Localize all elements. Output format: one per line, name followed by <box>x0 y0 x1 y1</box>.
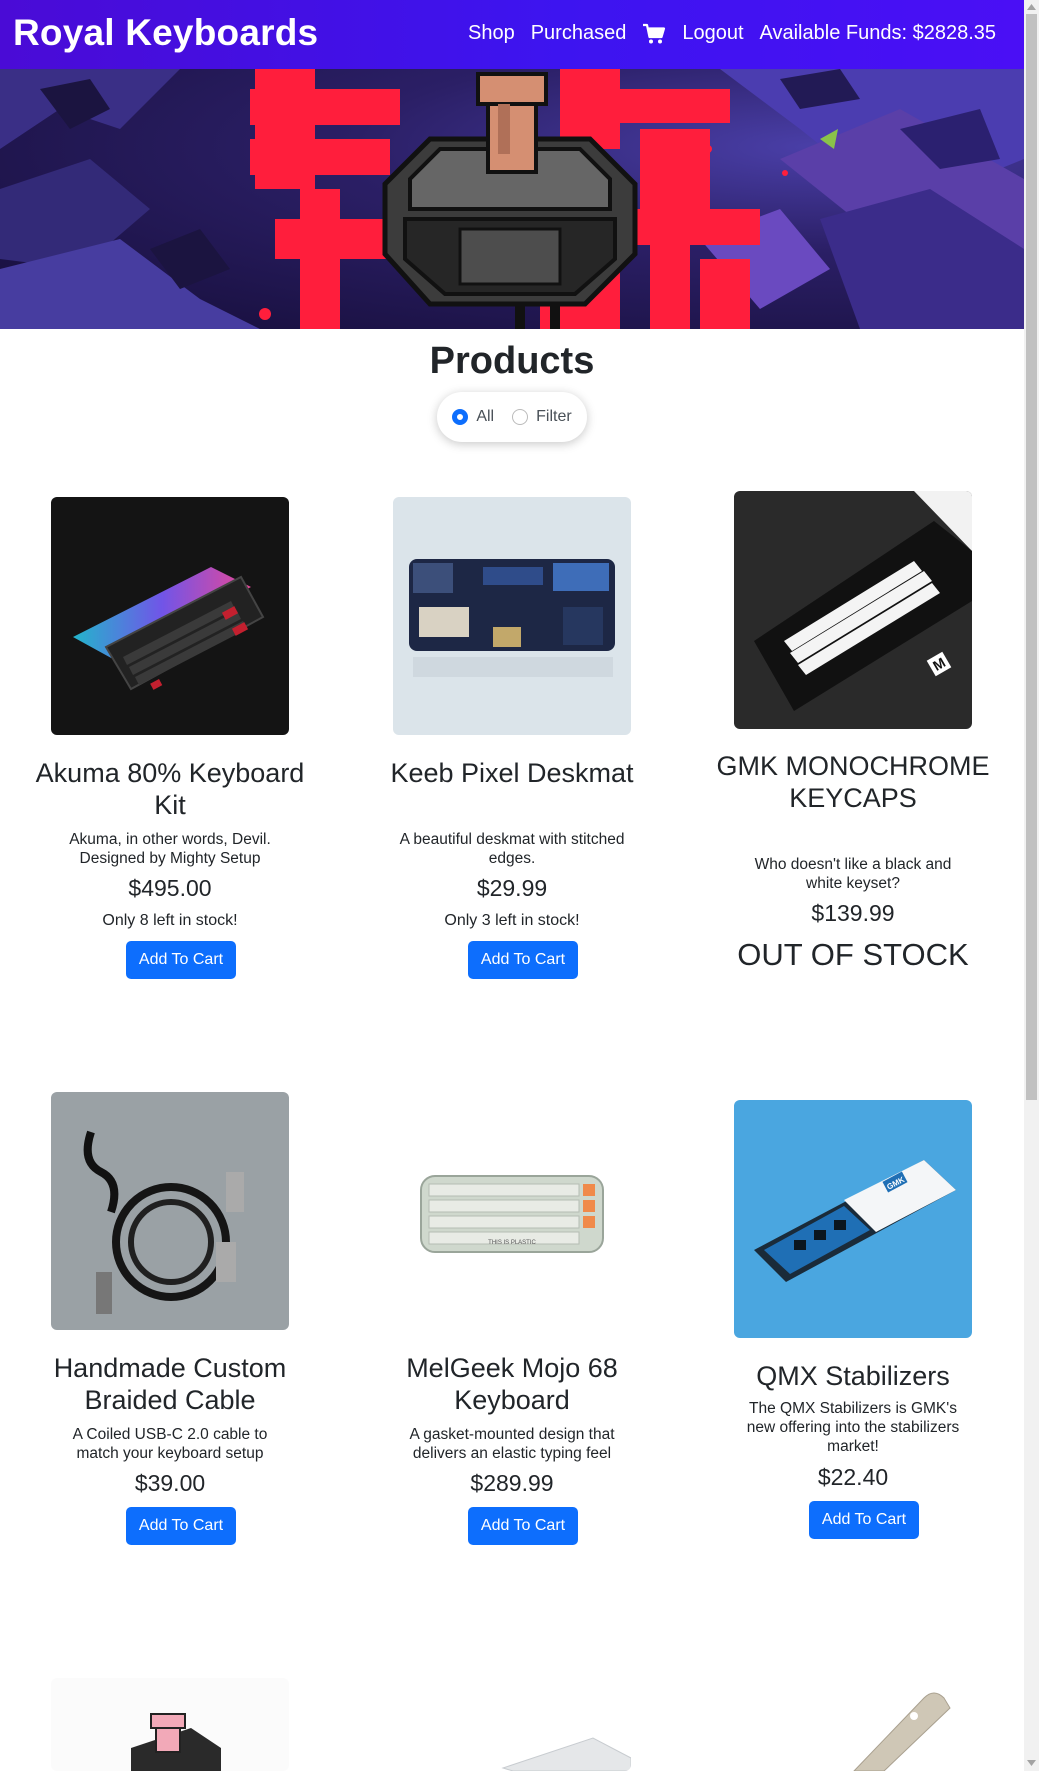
radio-filter-label: Filter <box>536 408 572 425</box>
cart-icon[interactable] <box>642 23 666 45</box>
product-image[interactable]: M <box>734 491 972 729</box>
product-description: A beautiful deskmat with stitched edges. <box>399 831 625 867</box>
brand-logo[interactable]: Royal Keyboards <box>13 12 318 54</box>
add-to-cart-button[interactable]: Add To Cart <box>126 941 236 979</box>
radio-all[interactable]: All <box>452 408 494 426</box>
product-description: A Coiled USB-C 2.0 cable to match your k… <box>72 1426 268 1462</box>
product-card <box>20 1678 320 1771</box>
radio-filter-indicator[interactable] <box>512 409 529 425</box>
page-title: Products <box>429 340 595 382</box>
product-image[interactable] <box>51 497 289 735</box>
product-card: M GMK MONOCHROME KEYCAPS Who doesn't lik… <box>703 491 1003 972</box>
product-card: Keeb Pixel Deskmat A beautiful deskmat w… <box>362 497 662 979</box>
radio-all-label: All <box>476 408 495 425</box>
product-image[interactable] <box>51 1678 289 1771</box>
product-image[interactable] <box>393 1678 631 1771</box>
radio-filter[interactable]: Filter <box>512 408 572 426</box>
product-name: GMK MONOCHROME KEYCAPS <box>716 751 990 813</box>
product-name: MelGeek Mojo 68 Keyboard <box>406 1353 618 1415</box>
product-card <box>703 1678 1003 1771</box>
product-image[interactable]: GMK <box>734 1100 972 1338</box>
product-image[interactable] <box>734 1678 972 1771</box>
product-image[interactable]: THIS IS PLASTIC <box>393 1092 631 1330</box>
product-image[interactable] <box>393 497 631 735</box>
product-name: Akuma 80% Keyboard Kit <box>35 758 305 820</box>
product-description: A gasket-mounted design that delivers an… <box>409 1426 615 1462</box>
product-card: Handmade Custom Braided Cable A Coiled U… <box>20 1092 320 1572</box>
hero-banner-art <box>0 69 1024 329</box>
add-to-cart-button[interactable]: Add To Cart <box>468 1507 578 1545</box>
stock-status: Only 8 left in stock! <box>102 912 238 929</box>
nav-links: Shop Purchased Logout Available Funds: $… <box>468 22 996 45</box>
scroll-up-arrow-icon[interactable] <box>1026 2 1037 12</box>
product-name: QMX Stabilizers <box>756 1361 950 1391</box>
nav-link-purchased[interactable]: Purchased <box>531 22 627 45</box>
hero-banner <box>0 69 1024 329</box>
mojo-print-text: THIS IS PLASTIC <box>488 1240 536 1246</box>
product-description: The QMX Stabilizers is GMK's new offerin… <box>746 1400 960 1455</box>
product-price: $289.99 <box>470 1470 554 1496</box>
product-price: $495.00 <box>128 875 212 901</box>
product-name: Handmade Custom Braided Cable <box>53 1353 287 1415</box>
nav-link-shop[interactable]: Shop <box>468 22 515 45</box>
product-description: Akuma, in other words, Devil. Designed b… <box>69 831 271 867</box>
product-name: Keeb Pixel Deskmat <box>390 758 634 788</box>
filter-toggle: All Filter <box>437 392 587 442</box>
scroll-down-arrow-icon[interactable] <box>1026 1758 1037 1768</box>
nav-link-logout[interactable]: Logout <box>682 22 743 45</box>
add-to-cart-button[interactable]: Add To Cart <box>126 1507 236 1545</box>
product-card: GMK QMX Stabilizers The QMX Stabilizers … <box>703 1100 1003 1580</box>
viewport: Royal Keyboards Shop Purchased Logout Av… <box>0 0 1024 1771</box>
out-of-stock-label: OUT OF STOCK <box>737 937 969 972</box>
radio-all-indicator[interactable] <box>452 409 469 425</box>
available-funds: Available Funds: $2828.35 <box>759 22 996 44</box>
scrollbar-thumb[interactable] <box>1026 14 1037 1100</box>
product-card: THIS IS PLASTIC MelGeek Mojo 68 Keyboard… <box>362 1092 662 1572</box>
add-to-cart-button[interactable]: Add To Cart <box>809 1501 919 1539</box>
product-price: $39.00 <box>134 1470 206 1496</box>
product-card <box>362 1678 662 1771</box>
product-price: $29.99 <box>476 875 548 901</box>
product-image[interactable] <box>51 1092 289 1330</box>
add-to-cart-button[interactable]: Add To Cart <box>468 941 578 979</box>
product-price: $139.99 <box>811 900 895 926</box>
product-price: $22.40 <box>817 1464 889 1490</box>
product-card: Akuma 80% Keyboard Kit Akuma, in other w… <box>20 497 320 979</box>
stock-status: Only 3 left in stock! <box>444 912 580 929</box>
product-description: Who doesn't like a black and white keyse… <box>754 856 952 892</box>
top-navbar: Royal Keyboards Shop Purchased Logout Av… <box>0 0 1024 69</box>
